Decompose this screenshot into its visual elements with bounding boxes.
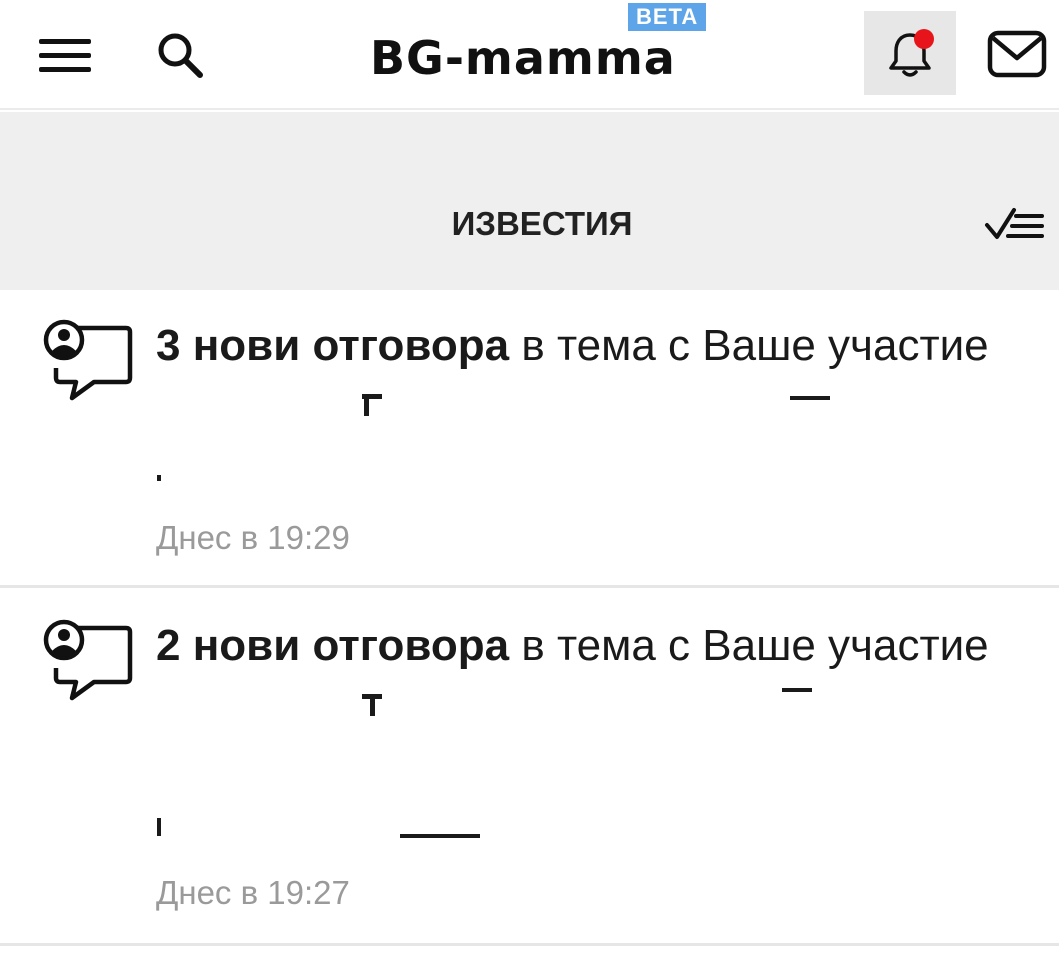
hamburger-menu-icon: [39, 39, 91, 72]
notification-item[interactable]: 2 нови отговора в тема с Ваше участие Дн…: [0, 590, 1059, 946]
bell-icon: [889, 29, 934, 77]
envelope-icon: [987, 30, 1047, 78]
redacted-fragment: [782, 688, 812, 692]
notification-text: 3 нови отговора в тема с Ваше участие: [156, 320, 1036, 372]
redacted-fragment: [400, 834, 480, 838]
site-logo[interactable]: BG-mamma BETA: [360, 3, 720, 103]
search-button[interactable]: [145, 20, 215, 90]
notification-time: Днес в 19:27: [156, 874, 350, 911]
top-header: BG-mamma BETA: [0, 0, 1059, 110]
notifications-button[interactable]: [864, 11, 956, 95]
search-icon: [158, 33, 203, 78]
check-list-icon: [985, 208, 1044, 239]
redacted-fragment: [370, 694, 375, 716]
redacted-fragment: [364, 394, 369, 416]
reply-count: 3 нови отговора: [156, 321, 510, 370]
notification-item[interactable]: 3 нови отговора в тема с Ваше участие Дн…: [0, 290, 1059, 588]
logo-text: BG-mamma: [370, 31, 676, 85]
mark-all-read-button[interactable]: [975, 200, 1055, 250]
redacted-fragment: [157, 475, 161, 481]
redacted-fragment: [790, 396, 830, 400]
page-title: ИЗВЕСТИЯ: [451, 205, 633, 242]
messages-button[interactable]: [978, 18, 1056, 90]
reply-count: 2 нови отговора: [156, 621, 510, 670]
notification-message: в тема с Ваше участие: [509, 321, 989, 370]
redacted-fragment: [157, 818, 161, 836]
notifications-section-bar: ИЗВЕСТИЯ: [0, 112, 1059, 290]
notification-message: в тема с Ваше участие: [509, 621, 989, 670]
beta-badge: BETA: [628, 3, 707, 31]
notification-text: 2 нови отговора в тема с Ваше участие: [156, 620, 1036, 672]
notification-time: Днес в 19:29: [156, 519, 350, 556]
menu-button[interactable]: [30, 20, 100, 90]
unread-dot: [914, 29, 934, 49]
user-reply-icon: [38, 616, 134, 712]
user-reply-icon: [38, 316, 134, 412]
